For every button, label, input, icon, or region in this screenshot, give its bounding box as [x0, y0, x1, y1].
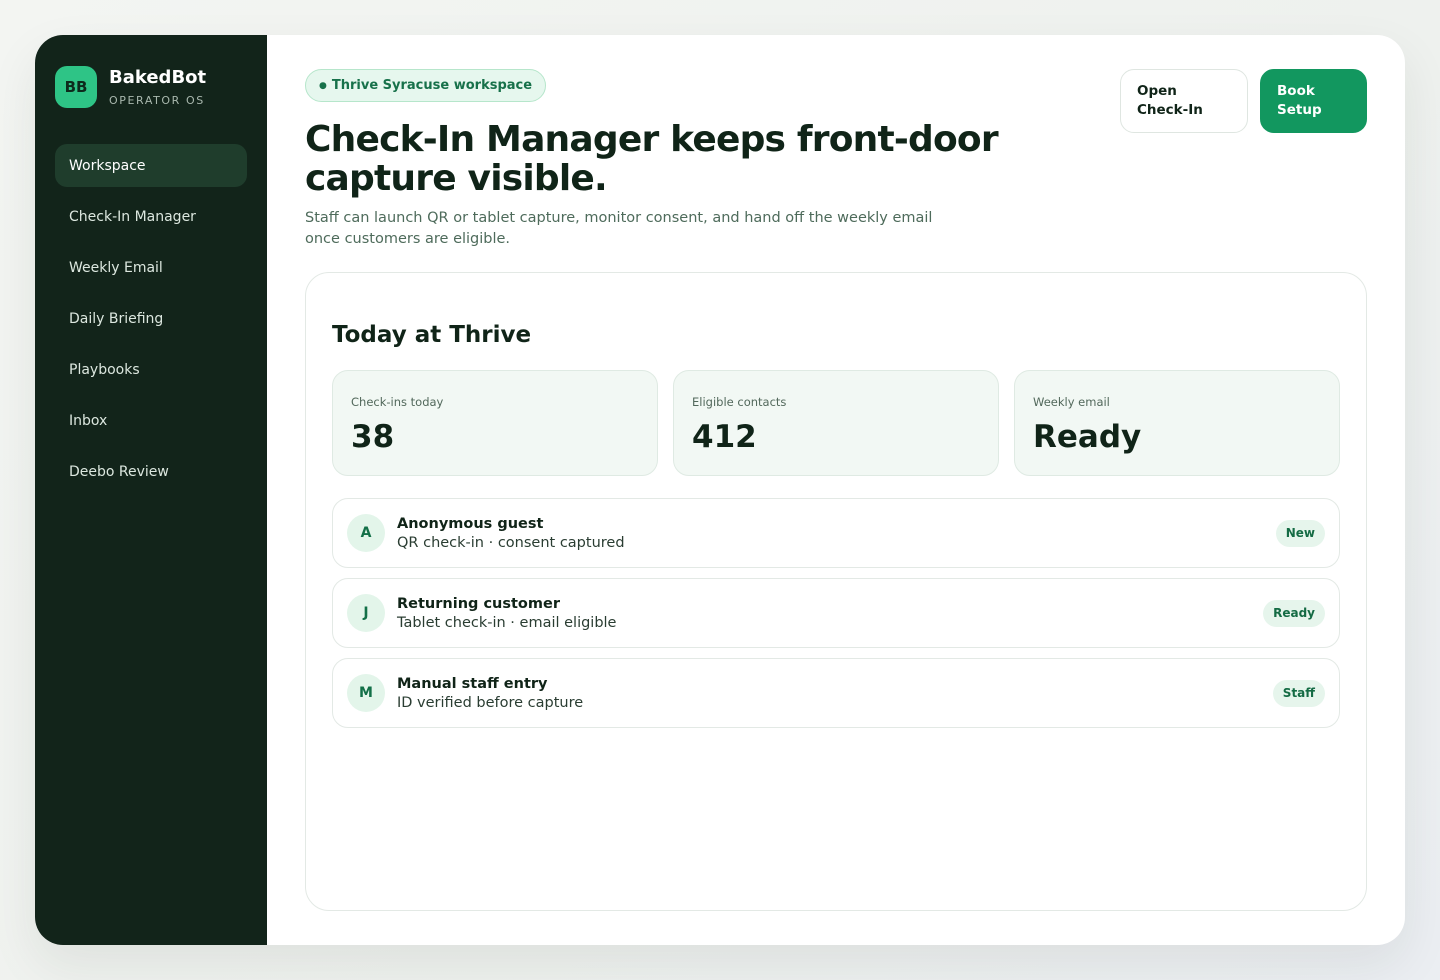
avatar: A	[347, 514, 385, 552]
list-item-subtitle: Tablet check-in · email eligible	[397, 614, 617, 631]
sidebar-item-playbooks[interactable]: Playbooks	[55, 348, 247, 391]
header-actions: Open Check-In Book Setup	[1120, 69, 1367, 133]
brand: BB BakedBot OPERATOR OS	[55, 66, 247, 108]
sidebar-item-weekly-email[interactable]: Weekly Email	[55, 246, 247, 289]
check-in-list: A Anonymous guest QR check-in · consent …	[332, 498, 1340, 728]
main-content: ● Thrive Syracuse workspace Check-In Man…	[267, 35, 1405, 945]
sidebar-item-check-in-manager[interactable]: Check-In Manager	[55, 195, 247, 238]
list-item-title: Anonymous guest	[397, 515, 544, 532]
list-item[interactable]: A Anonymous guest QR check-in · consent …	[332, 498, 1340, 568]
brand-text: BakedBot OPERATOR OS	[109, 67, 206, 107]
book-setup-button[interactable]: Book Setup	[1260, 69, 1367, 133]
status-badge: Ready	[1263, 599, 1325, 627]
stat-label: Eligible contacts	[692, 395, 787, 409]
sidebar-item-deebo-review[interactable]: Deebo Review	[55, 450, 247, 493]
list-item-subtitle: ID verified before capture	[397, 694, 584, 711]
open-check-in-button[interactable]: Open Check-In	[1120, 69, 1248, 133]
stat-label: Weekly email	[1033, 395, 1110, 409]
stat-card-check-ins: Check-ins today 38	[332, 370, 658, 476]
sidebar-item-workspace[interactable]: Workspace	[55, 144, 247, 187]
stat-value: 38	[351, 419, 395, 455]
status-badge: Staff	[1272, 679, 1325, 707]
list-item-text: Anonymous guest QR check-in · consent ca…	[397, 516, 1276, 551]
list-item[interactable]: J Returning customer Tablet check-in · e…	[332, 578, 1340, 648]
list-item-title: Returning customer	[397, 595, 560, 612]
sidebar: BB BakedBot OPERATOR OS Workspace Check-…	[35, 35, 267, 945]
sidebar-item-daily-briefing[interactable]: Daily Briefing	[55, 297, 247, 340]
today-panel: Today at Thrive Check-ins today 38 Eligi…	[305, 272, 1367, 911]
stats-row: Check-ins today 38 Eligible contacts 412…	[332, 370, 1340, 476]
page-title: Check-In Manager keeps front-door captur…	[305, 119, 999, 199]
sidebar-item-inbox[interactable]: Inbox	[55, 399, 247, 442]
workspace-chip: ● Thrive Syracuse workspace	[305, 69, 547, 102]
stat-card-weekly-email: Weekly email Ready	[1014, 370, 1340, 476]
sidebar-nav: Workspace Check-In Manager Weekly Email …	[55, 144, 247, 493]
brand-subtitle: OPERATOR OS	[109, 94, 205, 107]
status-dot-icon: ●	[319, 80, 327, 91]
avatar: J	[347, 594, 385, 632]
status-badge: New	[1275, 519, 1325, 547]
stat-value: Ready	[1033, 419, 1142, 455]
stat-value: 412	[692, 419, 757, 455]
list-item[interactable]: M Manual staff entry ID verified before …	[332, 658, 1340, 728]
panel-title: Today at Thrive	[332, 322, 532, 348]
list-item-text: Returning customer Tablet check-in · ema…	[397, 596, 1263, 631]
list-item-title: Manual staff entry	[397, 675, 548, 692]
app-window: BB BakedBot OPERATOR OS Workspace Check-…	[35, 35, 1405, 945]
brand-name: BakedBot	[109, 67, 207, 88]
workspace-chip-label: Thrive Syracuse workspace	[331, 78, 533, 93]
list-item-subtitle: QR check-in · consent captured	[397, 534, 625, 551]
list-item-text: Manual staff entry ID verified before ca…	[397, 676, 1273, 711]
avatar: M	[347, 674, 385, 712]
brand-logo: BB	[55, 66, 97, 108]
stat-label: Check-ins today	[351, 395, 444, 409]
stat-card-eligible-contacts: Eligible contacts 412	[673, 370, 999, 476]
page-subtitle: Staff can launch QR or tablet capture, m…	[305, 210, 933, 247]
